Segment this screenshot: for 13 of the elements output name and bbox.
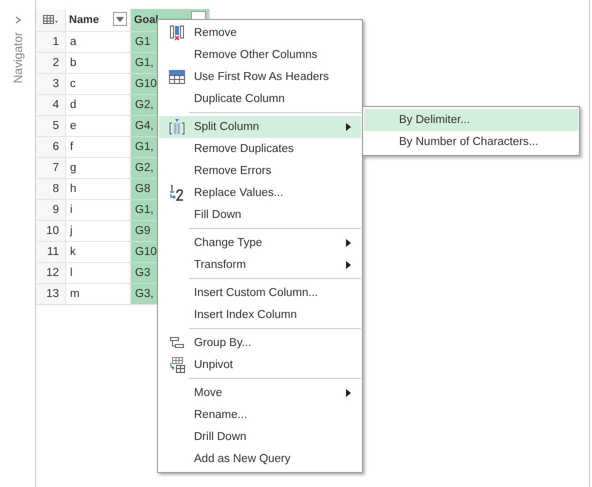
row-number: 5	[36, 115, 66, 136]
row-number: 11	[36, 241, 66, 262]
row-number: 2	[36, 52, 66, 73]
row-number: 9	[36, 199, 66, 220]
row-number: 10	[36, 220, 66, 241]
row-number: 3	[36, 73, 66, 94]
row-number: 6	[36, 136, 66, 157]
row-number: 8	[36, 178, 66, 199]
row-number: 1	[36, 31, 66, 52]
row-number: 4	[36, 94, 66, 115]
row-number: 7	[36, 157, 66, 178]
row-number: 13	[36, 283, 66, 304]
row-number: 12	[36, 262, 66, 283]
